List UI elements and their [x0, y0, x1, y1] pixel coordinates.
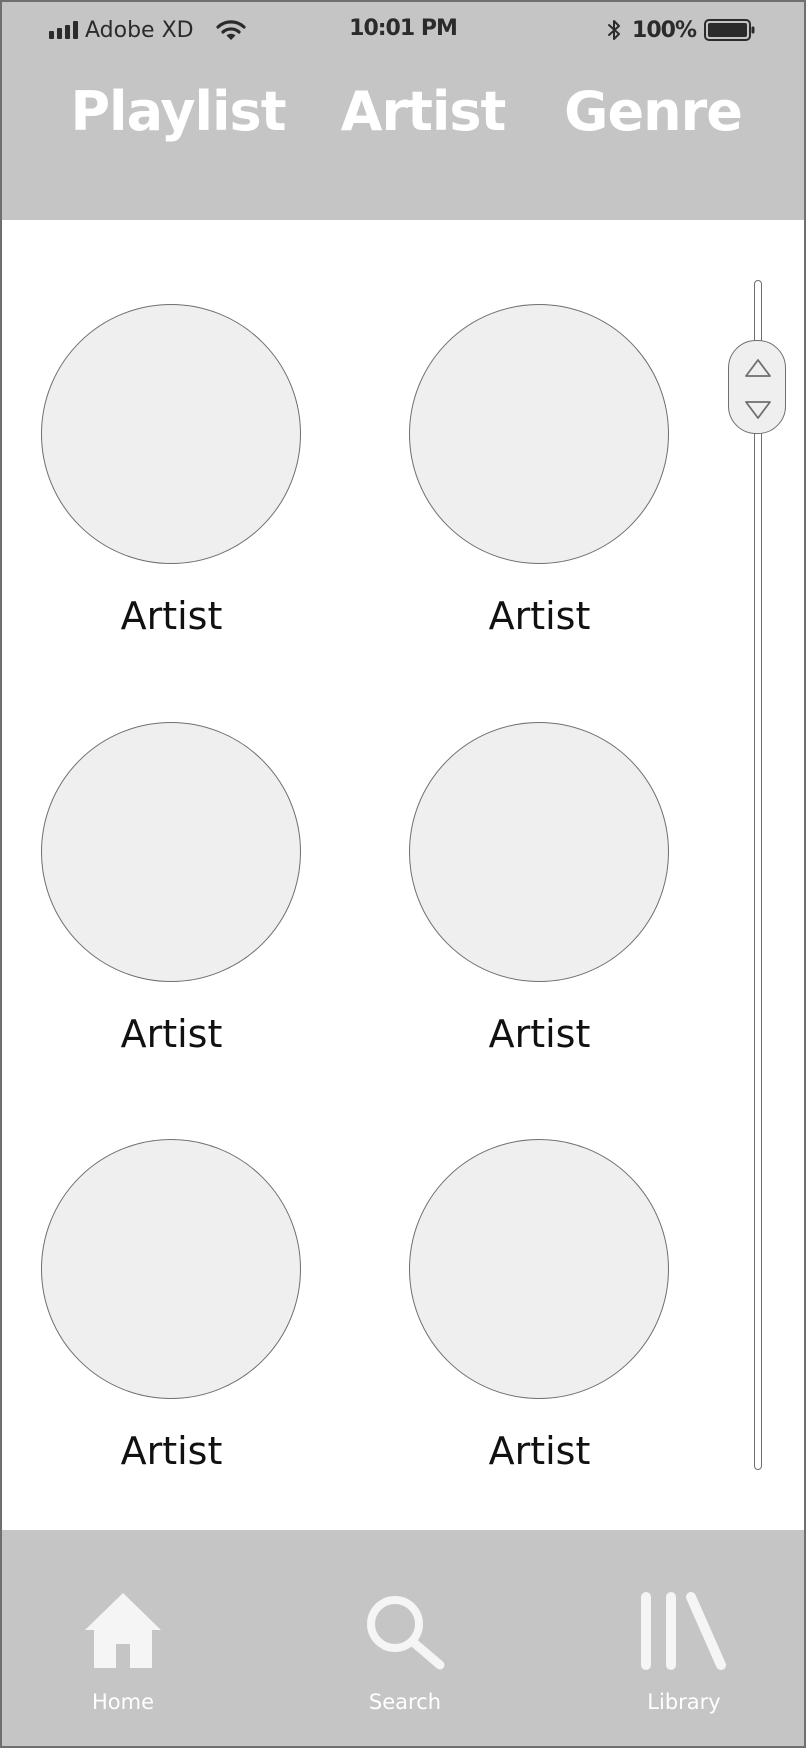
artist-image-placeholder — [41, 304, 301, 564]
artist-name: Artist — [488, 1429, 591, 1473]
phone-screen: Adobe XD 10:01 PM 100% Playlist Artist G… — [0, 0, 806, 1748]
artist-card[interactable]: Artist — [41, 722, 301, 1062]
artist-image-placeholder — [41, 722, 301, 982]
tab-playlist[interactable]: Playlist — [70, 72, 286, 152]
scroll-thumb[interactable] — [728, 340, 786, 434]
top-header: Adobe XD 10:01 PM 100% Playlist Artist G… — [2, 2, 804, 220]
library-icon — [641, 1592, 726, 1670]
bluetooth-icon — [608, 20, 621, 40]
battery-icon — [704, 19, 755, 41]
tab-artist[interactable]: Artist — [341, 72, 507, 152]
nav-search-button[interactable]: Search — [325, 1590, 485, 1730]
nav-library-button[interactable]: Library — [604, 1590, 764, 1730]
nav-search-label: Search — [368, 1690, 442, 1714]
search-icon — [367, 1596, 445, 1670]
tab-genre[interactable]: Genre — [564, 72, 743, 152]
home-icon — [85, 1593, 161, 1668]
nav-home-label: Home — [91, 1690, 154, 1714]
artist-name: Artist — [488, 594, 591, 638]
scrollbar[interactable] — [728, 280, 790, 1470]
battery-percent: 100% — [632, 17, 697, 43]
artist-image-placeholder — [409, 304, 669, 564]
artist-card[interactable]: Artist — [409, 722, 669, 1062]
scroll-down-icon[interactable] — [743, 399, 773, 421]
artist-image-placeholder — [409, 1139, 669, 1399]
scroll-track[interactable] — [754, 280, 762, 1470]
artist-card[interactable]: Artist — [409, 304, 669, 644]
artist-name: Artist — [488, 1012, 591, 1056]
artist-image-placeholder — [41, 1139, 301, 1399]
artist-grid: Artist Artist Artist Artist Artist Artis… — [2, 220, 804, 1530]
nav-library-label: Library — [647, 1690, 721, 1714]
status-bar: Adobe XD 10:01 PM 100% — [2, 2, 804, 58]
artist-name: Artist — [120, 1429, 223, 1473]
artist-name: Artist — [120, 594, 223, 638]
artist-name: Artist — [120, 1012, 223, 1056]
artist-image-placeholder — [409, 722, 669, 982]
bottom-nav-bar: Home Search Library — [2, 1530, 804, 1746]
top-tab-bar: Playlist Artist Genre — [2, 72, 804, 152]
scroll-up-icon[interactable] — [743, 357, 773, 379]
right-status-group: 100% — [606, 16, 756, 44]
artist-card[interactable]: Artist — [409, 1139, 669, 1479]
nav-home-button[interactable]: Home — [43, 1590, 203, 1730]
artist-card[interactable]: Artist — [41, 304, 301, 644]
artist-card[interactable]: Artist — [41, 1139, 301, 1479]
